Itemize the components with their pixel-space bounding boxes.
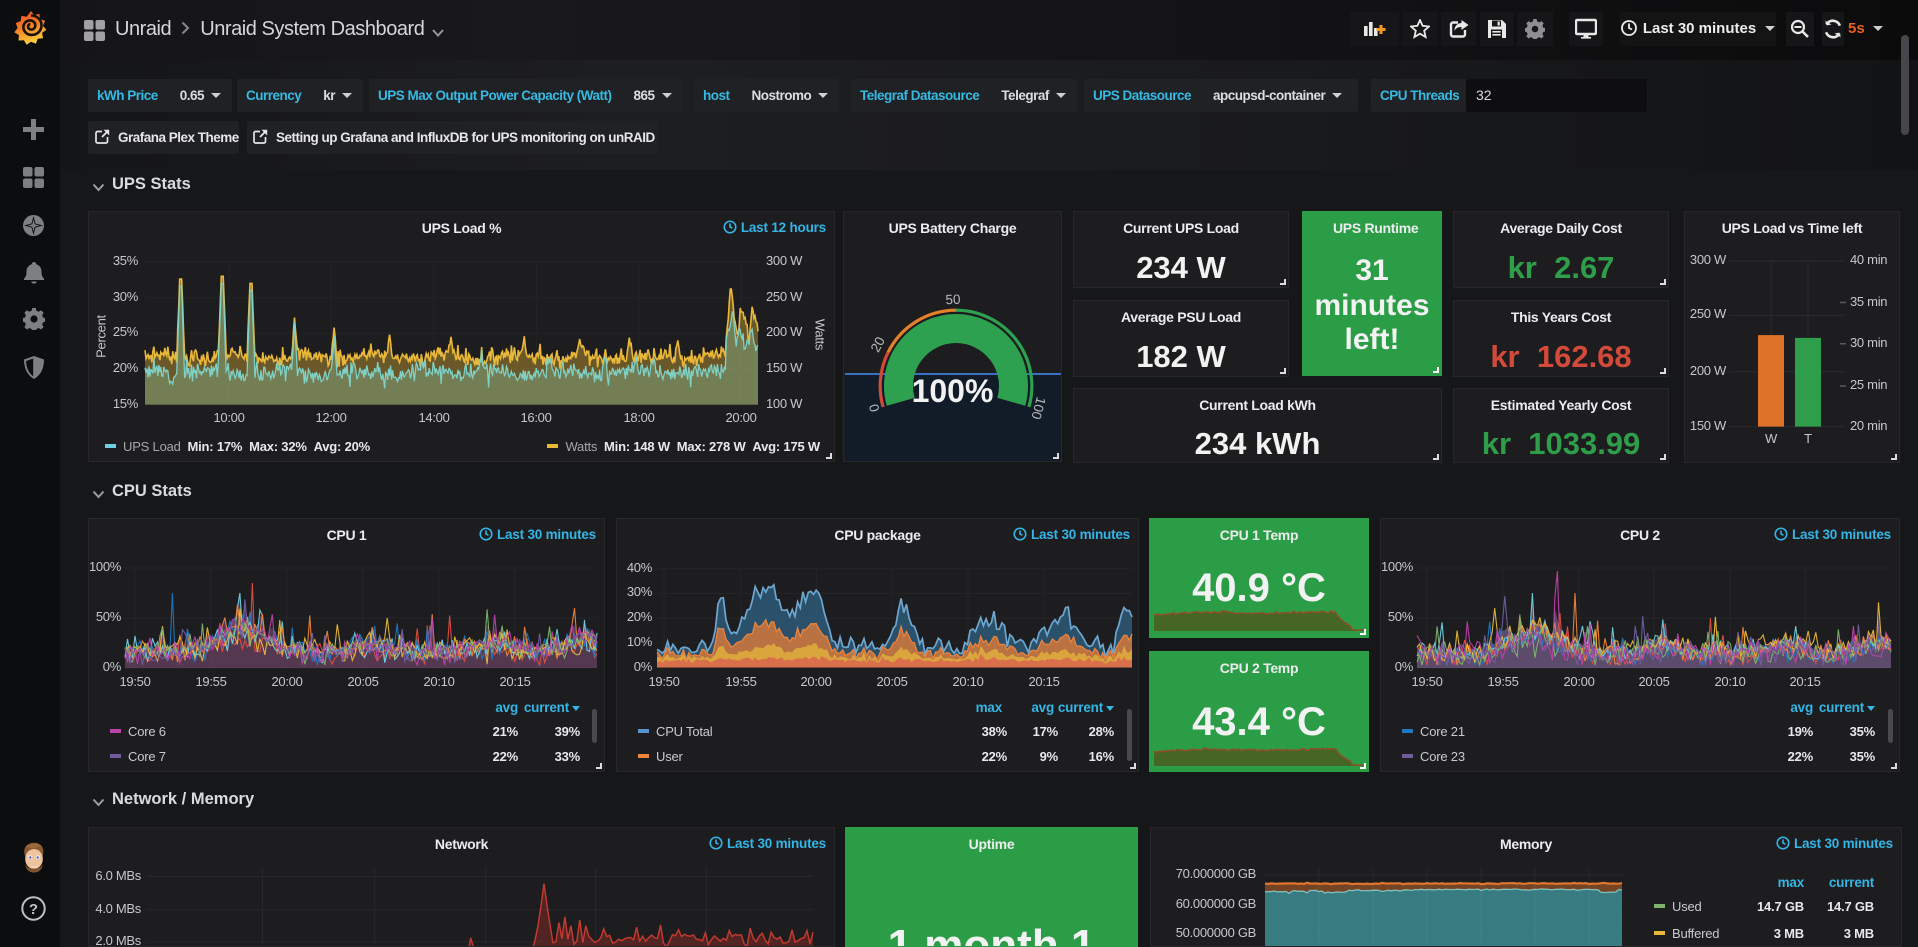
svg-text:?: ? [29, 901, 38, 918]
svg-text:20: 20 [868, 334, 888, 354]
svg-text:50: 50 [945, 292, 961, 308]
